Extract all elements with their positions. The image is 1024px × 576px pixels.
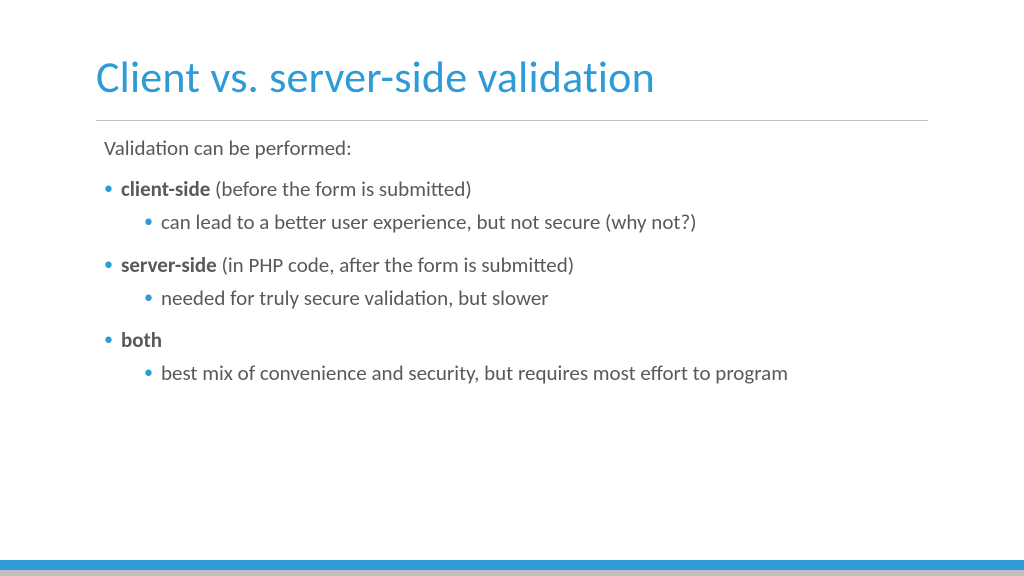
sub-item: • can lead to a better user experience, … [144,209,928,236]
item-text: server-side (in PHP code, after the form… [121,252,574,279]
slide-title: Client vs. server-side validation [96,50,928,104]
bullet-icon: • [144,209,153,236]
sub-list: • can lead to a better user experience, … [144,209,928,236]
footer-base [0,570,1024,576]
sub-item: • best mix of convenience and security, … [144,360,928,387]
list-item: • both • best mix of convenience and sec… [104,327,928,387]
list-item: • server-side (in PHP code, after the fo… [104,252,928,312]
slide: Client vs. server-side validation Valida… [0,0,1024,576]
sub-text: best mix of convenience and security, bu… [161,360,788,387]
title-wrap: Client vs. server-side validation [0,0,1024,112]
item-term: both [121,327,162,353]
item-term: client-side [121,176,210,202]
bullet-list: • client-side (before the form is submit… [104,176,928,387]
footer-bar [0,560,1024,576]
sub-text: can lead to a better user experience, bu… [161,209,697,236]
bullet-icon: • [104,252,113,279]
slide-body: Validation can be performed: • client-si… [0,121,1024,387]
intro-text: Validation can be performed: [104,135,928,162]
sub-list: • needed for truly secure validation, bu… [144,285,928,312]
bullet-icon: • [104,176,113,203]
item-rest: (before the form is submitted) [210,176,471,202]
bullet-icon: • [144,285,153,312]
bullet-icon: • [104,327,113,354]
item-rest: (in PHP code, after the form is submitte… [217,252,574,278]
list-item: • client-side (before the form is submit… [104,176,928,236]
sub-text: needed for truly secure validation, but … [161,285,549,312]
footer-accent [0,560,1024,570]
bullet-icon: • [144,360,153,387]
item-term: server-side [121,252,217,278]
sub-item: • needed for truly secure validation, bu… [144,285,928,312]
sub-list: • best mix of convenience and security, … [144,360,928,387]
item-text: client-side (before the form is submitte… [121,176,472,203]
item-text: both [121,327,162,354]
